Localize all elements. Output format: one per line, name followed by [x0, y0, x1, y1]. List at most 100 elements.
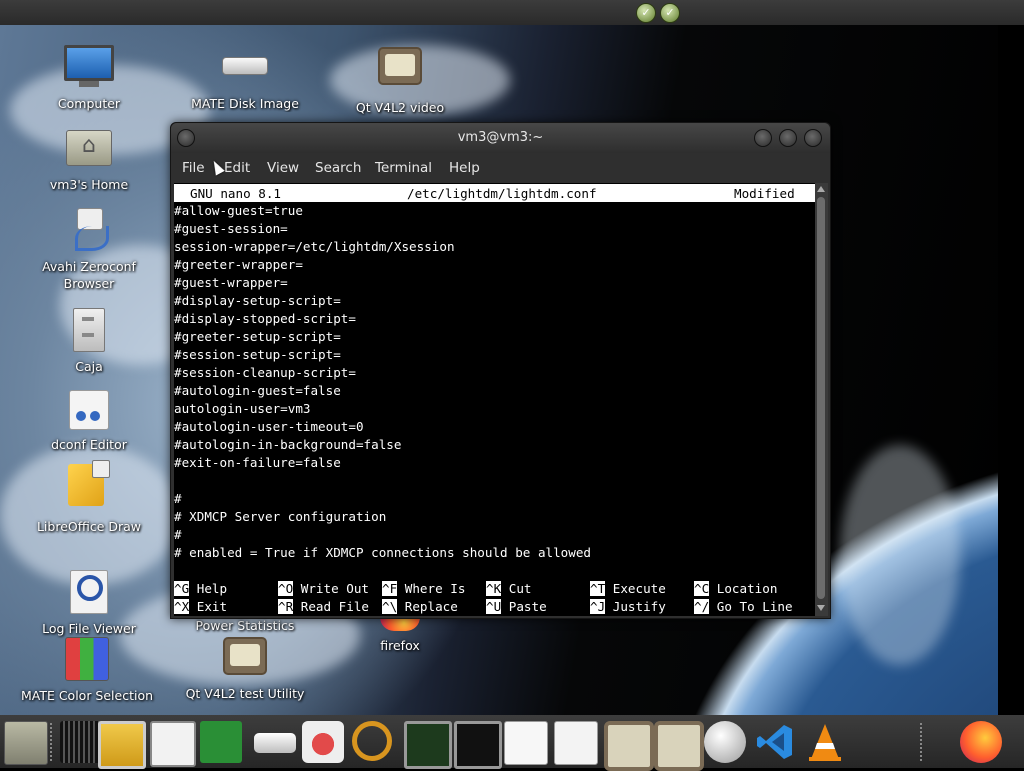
- nano-line: # XDMCP Server configuration: [174, 509, 387, 524]
- network-icon: [69, 208, 109, 251]
- menubar: File Edit View Search Terminal Help: [171, 153, 830, 183]
- nano-shortcut-label: Read File: [300, 599, 370, 614]
- nano-shortcut: ^O Write Out: [278, 580, 369, 598]
- desktop-icon-libreoffice-draw[interactable]: LibreOffice Draw: [24, 460, 154, 535]
- firefox-icon: [380, 617, 420, 631]
- nano-shortcut-label: Help: [196, 581, 228, 596]
- desktop-icon-home[interactable]: vm3's Home: [24, 130, 154, 193]
- tv-icon[interactable]: [654, 721, 704, 771]
- nano-shortcut-label: Execute: [612, 581, 666, 596]
- workspace-switcher-icon[interactable]: [60, 721, 102, 763]
- nano-shortcut-key: ^J: [590, 599, 606, 614]
- nano-shortcut: ^U Paste: [486, 598, 547, 616]
- nano-line: #allow-guest=true: [174, 203, 303, 218]
- desktop-icon-color-selection[interactable]: MATE Color Selection: [21, 637, 153, 704]
- panel-separator[interactable]: [920, 723, 922, 761]
- file-manager-icon[interactable]: [4, 721, 48, 765]
- menu-file[interactable]: File: [182, 160, 205, 176]
- desktop-icon-avahi[interactable]: Avahi Zeroconf Browser: [24, 208, 154, 292]
- chart-icon[interactable]: [554, 721, 598, 765]
- bottom-panel: [0, 715, 1024, 771]
- nano-line: #session-cleanup-script=: [174, 365, 356, 380]
- desktop-icon-log-viewer[interactable]: Log File Viewer: [24, 570, 154, 637]
- panel-separator[interactable]: [50, 723, 52, 761]
- nano-shortcut-label: Write Out: [300, 581, 370, 596]
- minimize-icon[interactable]: [754, 129, 772, 147]
- nano-shortcut: ^C Location: [694, 580, 777, 598]
- nano-shortcut-key: ^U: [486, 599, 502, 614]
- scroll-down-icon[interactable]: [817, 605, 825, 611]
- exit-icon[interactable]: [200, 721, 242, 763]
- nano-line: #greeter-setup-script=: [174, 329, 341, 344]
- nano-shortcut-key: ^C: [694, 581, 710, 596]
- disk-drive-icon[interactable]: [254, 733, 296, 753]
- text-editor-icon[interactable]: [504, 721, 548, 765]
- nano-shortcut-key: ^G: [174, 581, 190, 596]
- dconf-icon: [69, 390, 109, 430]
- firefox-icon[interactable]: [960, 721, 1002, 763]
- window-title: vm3@vm3:~: [457, 130, 544, 145]
- nano-shortcut-label: Cut: [508, 581, 532, 596]
- scroll-up-icon[interactable]: [817, 186, 825, 192]
- computer-icon: [64, 45, 114, 87]
- update-notifier-icon[interactable]: ✓: [660, 3, 680, 23]
- desktop-icon-computer[interactable]: Computer: [24, 45, 154, 112]
- desktop-icon-dconf-editor[interactable]: dconf Editor: [24, 390, 154, 453]
- update-notifier-icon[interactable]: ✓: [636, 3, 656, 23]
- vscode-icon[interactable]: [754, 721, 796, 763]
- nano-shortcut-key: ^T: [590, 581, 606, 596]
- nano-shortcut: ^J Justify: [590, 598, 666, 616]
- desktop-icon-power-statistics[interactable]: Power Statistics: [180, 617, 310, 634]
- vertical-scrollbar[interactable]: [815, 183, 828, 616]
- nano-line: #guest-wrapper=: [174, 275, 288, 290]
- nano-shortcut-key: ^/: [694, 599, 710, 614]
- draw-icon: [68, 460, 110, 506]
- nano-shortcut-key: ^O: [278, 581, 294, 596]
- terminal-window[interactable]: vm3@vm3:~ File Edit View Search Terminal…: [170, 122, 831, 619]
- nano-line: #: [174, 491, 182, 506]
- nano-line: #guest-session=: [174, 221, 288, 236]
- terminal-screen[interactable]: GNU nano 8.1 /etc/lightdm/lightdm.conf M…: [174, 183, 815, 616]
- vlc-icon[interactable]: [804, 721, 846, 763]
- desktop-icon-firefox[interactable]: firefox: [335, 617, 465, 654]
- system-monitor-graph-icon[interactable]: [404, 721, 452, 769]
- nano-line: #autologin-user-timeout=0: [174, 419, 364, 434]
- desktop-icon-caja[interactable]: Caja: [24, 308, 154, 375]
- scrollbar-thumb[interactable]: [817, 197, 825, 599]
- menu-terminal[interactable]: Terminal: [375, 160, 432, 176]
- phone-icon[interactable]: [150, 721, 196, 767]
- menu-search[interactable]: Search: [315, 160, 361, 176]
- log-viewer-icon: [70, 570, 108, 614]
- nano-filename: /etc/lightdm/lightdm.conf: [407, 186, 597, 201]
- nano-shortcut-key: ^F: [382, 581, 398, 596]
- nano-line: autologin-user=vm3: [174, 401, 311, 416]
- nano-line: # enabled = True if XDMCP connections sh…: [174, 545, 592, 560]
- nano-shortcut: ^/ Go To Line: [694, 598, 793, 616]
- nano-shortcut: ^T Execute: [590, 580, 666, 598]
- nano-shortcut-key: ^\: [382, 599, 398, 614]
- nano-shortcut-label: Exit: [196, 599, 228, 614]
- menu-edit[interactable]: Edit: [224, 160, 250, 176]
- desktop-icon-qt-v4l2-capture[interactable]: Qt V4L2 video capture utility: [335, 47, 465, 116]
- ball-icon[interactable]: [704, 721, 746, 763]
- nano-shortcut-label: Go To Line: [716, 599, 793, 614]
- nano-shortcut-label: Paste: [508, 599, 547, 614]
- disk-usage-icon[interactable]: [302, 721, 344, 763]
- menu-help[interactable]: Help: [449, 160, 480, 176]
- terminal-icon[interactable]: [454, 721, 502, 769]
- maximize-icon[interactable]: [779, 129, 797, 147]
- desktop-icon-qt-v4l2-test[interactable]: Qt V4L2 test Utility: [180, 637, 310, 702]
- top-panel: ✓ ✓: [0, 0, 1024, 25]
- system-monitor-icon[interactable]: [98, 721, 146, 769]
- search-icon[interactable]: [352, 721, 392, 761]
- close-icon[interactable]: [804, 129, 822, 147]
- nano-shortcut-key: ^X: [174, 599, 190, 614]
- tv-icon[interactable]: [604, 721, 654, 771]
- nano-shortcut: ^\ Replace: [382, 598, 458, 616]
- nano-shortcut: ^R Read File: [278, 598, 369, 616]
- nano-line: session-wrapper=/etc/lightdm/Xsession: [174, 239, 455, 254]
- menu-view[interactable]: View: [267, 160, 299, 176]
- tv-icon: [223, 637, 267, 675]
- desktop-icon-disk-image-mounter[interactable]: MATE Disk Image Mounter: [180, 47, 310, 112]
- window-titlebar[interactable]: vm3@vm3:~: [171, 123, 830, 153]
